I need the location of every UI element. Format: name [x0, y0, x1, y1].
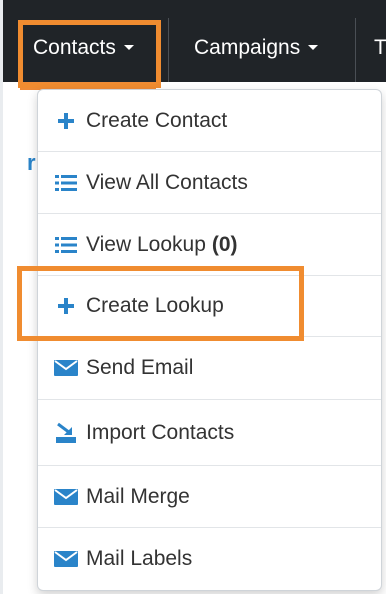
envelope-icon	[54, 549, 78, 569]
plus-icon	[54, 111, 78, 131]
list-icon	[54, 235, 78, 255]
menu-item-mail-labels[interactable]: Mail Labels	[38, 528, 381, 590]
page: Contacts Campaigns T r Create Contact Vi…	[0, 0, 386, 594]
menu-item-create-contact[interactable]: Create Contact	[38, 90, 381, 151]
contacts-highlight-box	[18, 20, 161, 88]
nav-divider	[355, 18, 356, 82]
menu-item-label: View Lookup	[86, 232, 206, 256]
menu-item-label: Create Contact	[86, 108, 228, 132]
nav-divider	[168, 18, 169, 82]
lookup-count: (0)	[211, 232, 238, 256]
menu-item-label: Import Contacts	[86, 420, 235, 444]
menu-item-label: Mail Merge	[86, 484, 190, 508]
menu-item-send-email[interactable]: Send Email	[38, 337, 381, 399]
nav-campaigns-dropdown[interactable]: Campaigns	[194, 28, 319, 68]
import-icon	[54, 422, 78, 443]
background-link-fragment: r	[27, 150, 36, 175]
menu-item-label: Mail Labels	[86, 547, 193, 570]
menu-item-view-all-contacts[interactable]: View All Contacts	[38, 152, 381, 213]
nav-campaigns-label: Campaigns	[194, 36, 301, 59]
menu-item-label: Send Email	[86, 356, 194, 379]
list-icon	[54, 173, 78, 193]
page-edge	[0, 0, 3, 594]
envelope-icon	[54, 487, 78, 507]
nav-next-item[interactable]: T	[374, 28, 386, 68]
menu-item-import-contacts[interactable]: Import Contacts	[38, 400, 381, 465]
create-lookup-highlight-box	[17, 266, 304, 341]
menu-item-mail-merge[interactable]: Mail Merge	[38, 466, 381, 527]
envelope-icon	[54, 358, 78, 378]
menu-item-label: View All Contacts	[86, 170, 248, 194]
nav-next-label: T	[374, 36, 386, 59]
caret-down-icon	[308, 44, 319, 50]
